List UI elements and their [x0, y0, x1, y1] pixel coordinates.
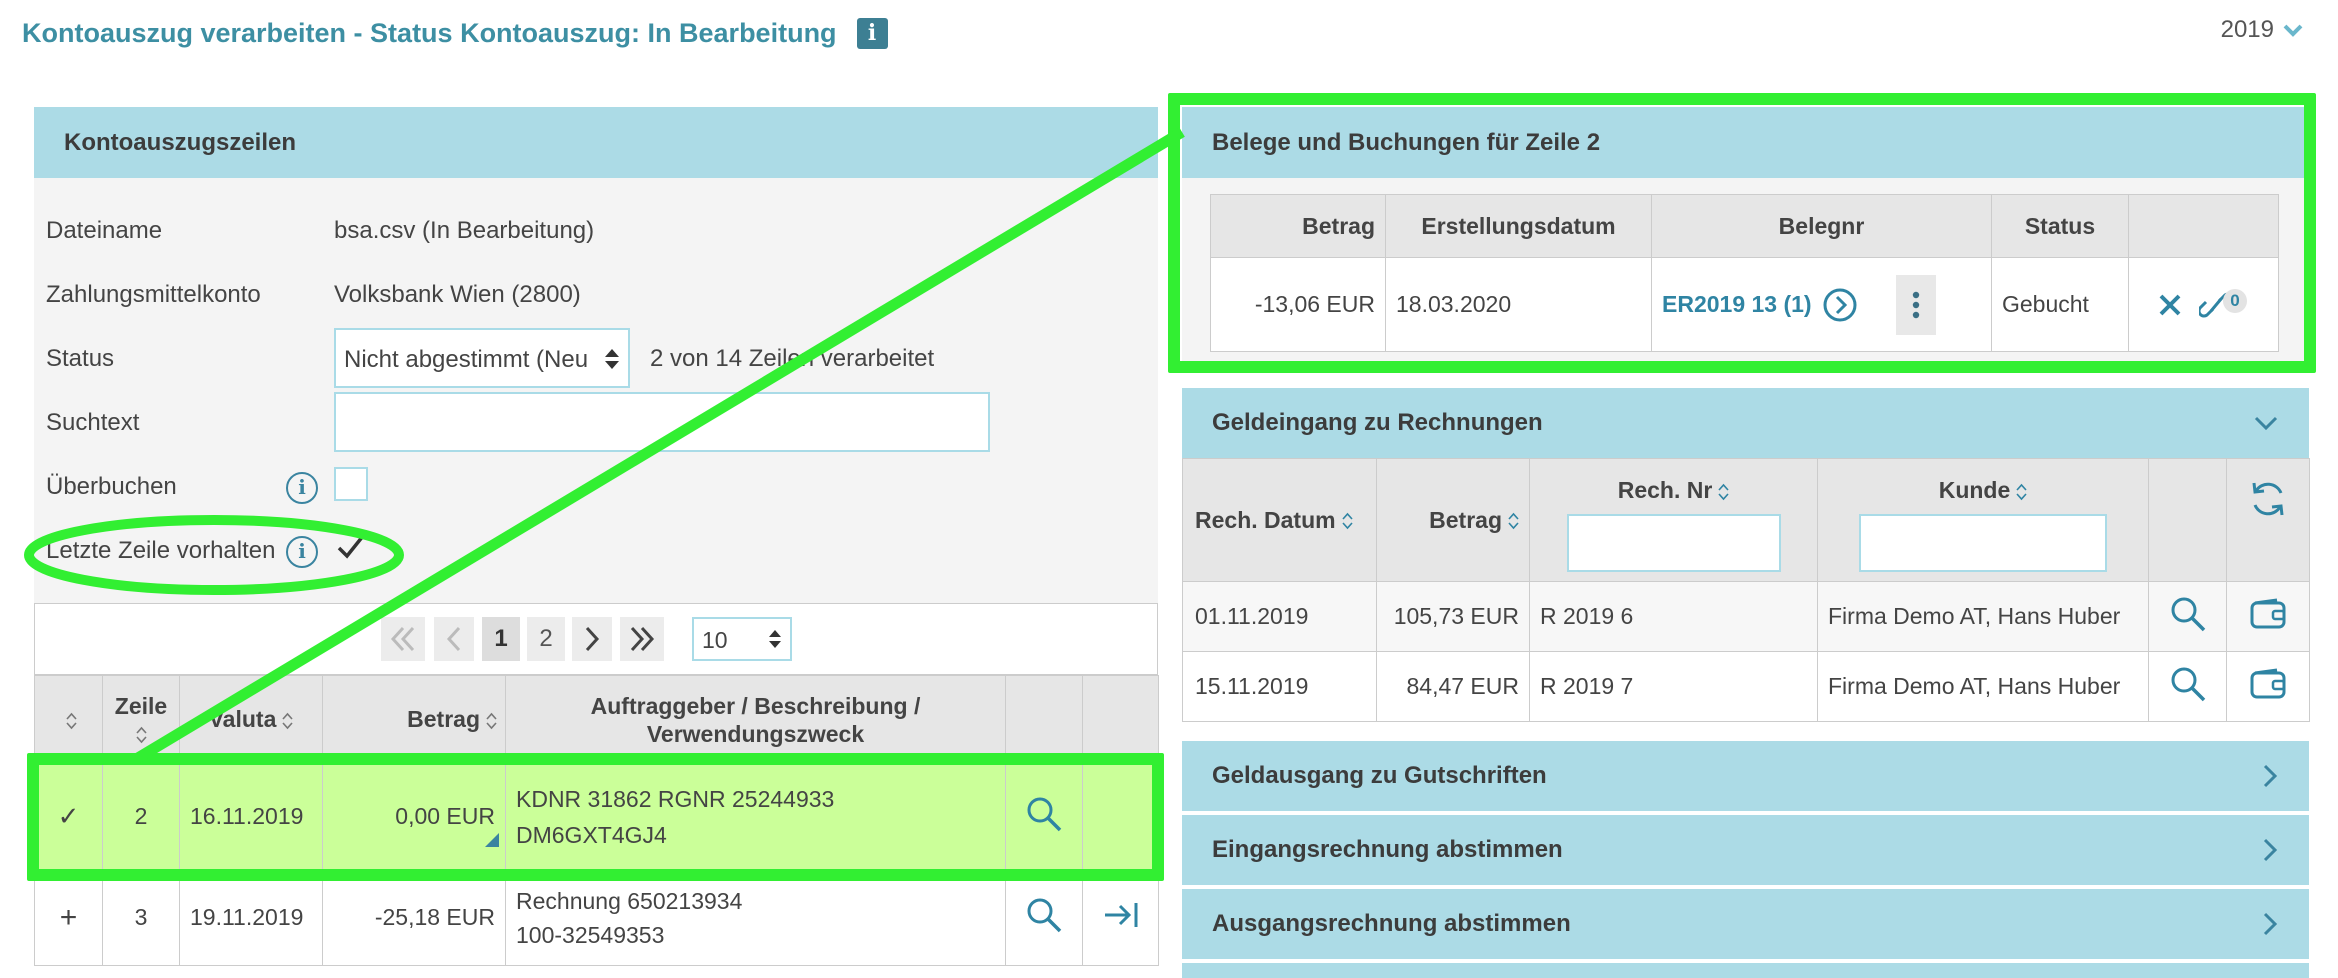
annotation-line [135, 127, 1185, 763]
annotation-overlay [24, 127, 1185, 763]
annotation-ellipse [24, 515, 404, 595]
